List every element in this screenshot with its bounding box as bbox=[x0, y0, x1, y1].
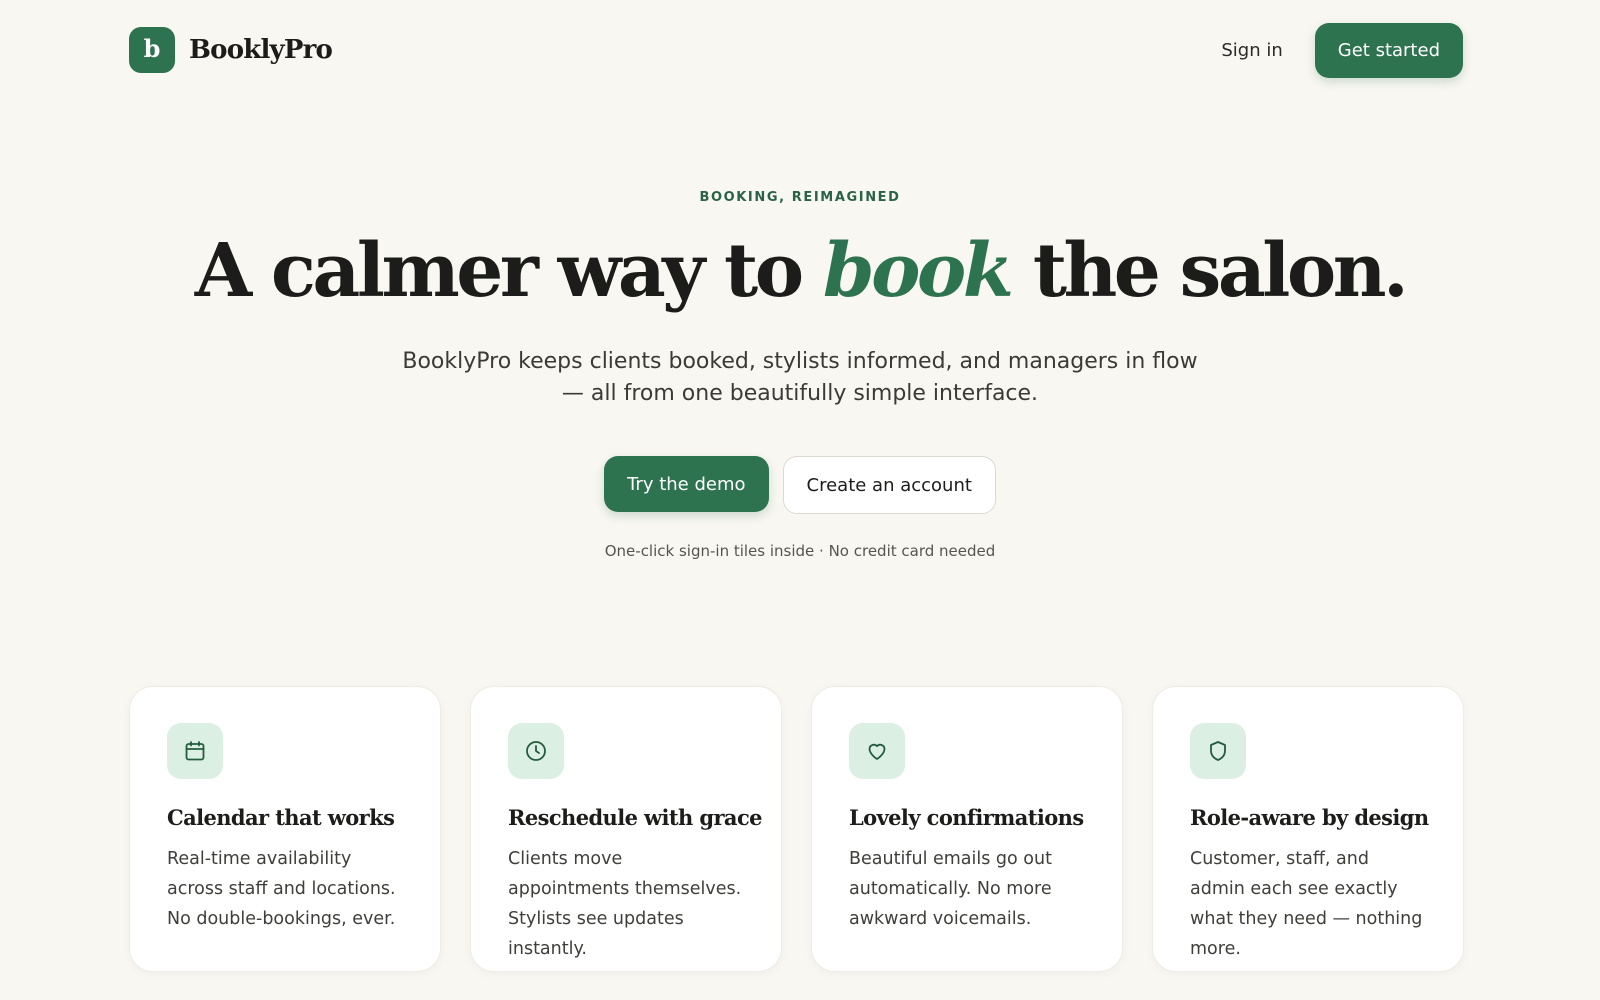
top-nav: b BooklyPro Sign in Get started bbox=[129, 22, 1463, 78]
calendar-icon bbox=[167, 723, 223, 779]
feature-title: Lovely confirmations bbox=[849, 805, 1084, 830]
feature-body: Real-time availability across staff and … bbox=[167, 849, 396, 930]
hero-note: One-click sign-in tiles inside · No cred… bbox=[604, 542, 996, 561]
clock-icon bbox=[508, 723, 564, 779]
cta-row: Try the demo Create an account bbox=[0, 456, 1600, 515]
feature-card-calendar: Calendar that works Real-time availabili… bbox=[129, 686, 441, 972]
feature-title: Reschedule with grace bbox=[508, 805, 762, 830]
feature-body: Customer, staff, and admin each see exac… bbox=[1190, 849, 1423, 960]
brand-name: BooklyPro bbox=[189, 35, 333, 65]
feature-title: Calendar that works bbox=[167, 805, 395, 830]
feature-title: Role-aware by design bbox=[1190, 805, 1429, 830]
create-account-button[interactable]: Create an account bbox=[782, 456, 996, 515]
headline-start: A calmer way to bbox=[194, 228, 823, 314]
hero-section: BOOKING, REIMAGINED A calmer way to book… bbox=[0, 190, 1600, 560]
hero-headline: A calmer way to book the salon. bbox=[0, 228, 1600, 314]
hero-eyebrow: BOOKING, REIMAGINED bbox=[699, 190, 901, 205]
landing-page: b BooklyPro Sign in Get started BOOKING,… bbox=[0, 0, 1600, 1000]
feature-body: Beautiful emails go out automatically. N… bbox=[849, 849, 1052, 930]
feature-body: Clients move appointments themselves. St… bbox=[508, 849, 742, 960]
headline-end: the salon. bbox=[1010, 228, 1409, 314]
shield-icon bbox=[1190, 723, 1246, 779]
nav-actions: Sign in Get started bbox=[1221, 22, 1463, 78]
get-started-button[interactable]: Get started bbox=[1314, 22, 1463, 78]
brand[interactable]: b BooklyPro bbox=[129, 27, 333, 73]
features-grid: Calendar that works Real-time availabili… bbox=[129, 686, 1464, 972]
hero-subhead: BooklyPro keeps clients booked, stylists… bbox=[402, 349, 1198, 407]
sign-in-link[interactable]: Sign in bbox=[1221, 40, 1282, 61]
headline-accent: book bbox=[822, 228, 1014, 314]
heart-icon bbox=[849, 723, 905, 779]
feature-card-confirmations: Lovely confirmations Beautiful emails go… bbox=[811, 686, 1123, 972]
feature-card-roles: Role-aware by design Customer, staff, an… bbox=[1152, 686, 1464, 972]
feature-card-reschedule: Reschedule with grace Clients move appoi… bbox=[470, 686, 782, 972]
logo-mark: b bbox=[129, 27, 175, 73]
try-demo-button[interactable]: Try the demo bbox=[604, 456, 769, 513]
